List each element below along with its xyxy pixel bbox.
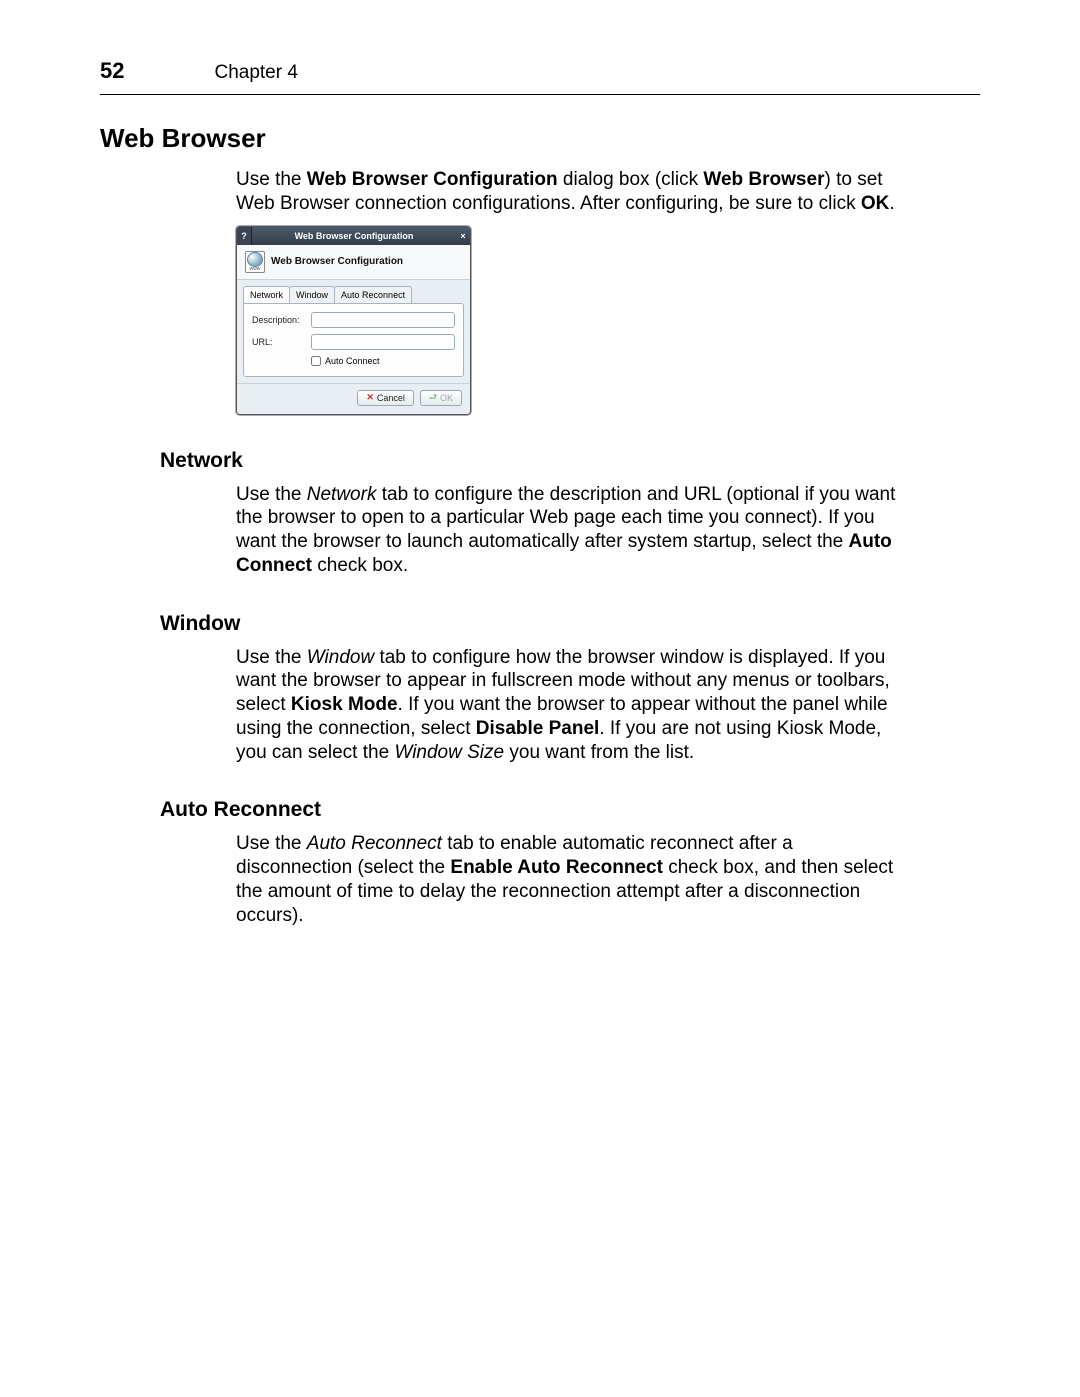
network-paragraph: Use the Network tab to configure the des…	[236, 483, 896, 578]
italic-run: Window Size	[394, 742, 504, 763]
text-run: Use the	[236, 169, 307, 190]
section-title: Web Browser	[100, 123, 980, 154]
tab-panel-network: Description: URL: Auto Connect	[243, 303, 464, 377]
auto-reconnect-paragraph: Use the Auto Reconnect tab to enable aut…	[236, 832, 896, 927]
dialog-title: Web Browser Configuration	[252, 231, 456, 241]
row-description: Description:	[252, 312, 455, 328]
window-text: Use the Window tab to configure how the …	[236, 646, 896, 765]
bold-run: Kiosk Mode	[291, 694, 398, 715]
url-label: URL:	[252, 337, 306, 347]
description-label: Description:	[252, 315, 306, 325]
ok-button[interactable]: ⮐ OK	[420, 390, 462, 406]
bold-run: Enable Auto Reconnect	[450, 857, 663, 878]
tab-window[interactable]: Window	[289, 286, 335, 303]
intro-text: Use the Web Browser Configuration dialog…	[236, 168, 896, 216]
dialog-header-text: Web Browser Configuration	[271, 256, 403, 267]
auto-connect-label: Auto Connect	[325, 356, 380, 366]
ok-icon: ⮐	[429, 393, 437, 402]
text-run: .	[889, 193, 894, 214]
text-run: Use the	[236, 647, 307, 668]
dialog-titlebar: ? Web Browser Configuration ×	[237, 227, 470, 245]
heading-window: Window	[160, 612, 980, 636]
bold-run: Web Browser Configuration	[307, 169, 558, 190]
x-icon: ✕	[366, 393, 374, 402]
row-auto-connect: Auto Connect	[311, 356, 455, 366]
globe-caption: www	[250, 267, 261, 272]
intro-paragraph: Use the Web Browser Configuration dialog…	[236, 168, 896, 216]
header-rule	[100, 94, 980, 95]
tab-auto-reconnect[interactable]: Auto Reconnect	[334, 286, 412, 303]
heading-auto-reconnect: Auto Reconnect	[160, 798, 980, 822]
italic-run: Auto Reconnect	[307, 833, 442, 854]
text-run: Use the	[236, 833, 307, 854]
bold-run: Web Browser	[703, 169, 824, 190]
chapter-label: Chapter 4	[214, 62, 297, 84]
globe-icon: www	[245, 251, 265, 273]
bold-run: OK	[861, 193, 890, 214]
dialog-button-row: ✕ Cancel ⮐ OK	[237, 383, 470, 414]
auto-connect-checkbox[interactable]	[311, 356, 321, 366]
page-header: 52 Chapter 4	[100, 58, 980, 84]
auto-reconnect-text: Use the Auto Reconnect tab to enable aut…	[236, 832, 896, 927]
cancel-button[interactable]: ✕ Cancel	[357, 390, 414, 406]
dialog-header: www Web Browser Configuration	[237, 245, 470, 280]
description-input[interactable]	[311, 312, 455, 328]
italic-run: Network	[307, 484, 377, 505]
row-url: URL:	[252, 334, 455, 350]
page: 52 Chapter 4 Web Browser Use the Web Bro…	[0, 0, 1080, 1397]
text-run: check box.	[312, 555, 408, 576]
dialog-tabs: Network Window Auto Reconnect	[237, 280, 470, 303]
tab-network[interactable]: Network	[243, 286, 290, 303]
network-text: Use the Network tab to configure the des…	[236, 483, 896, 578]
heading-network: Network	[160, 449, 980, 473]
text-run: Use the	[236, 484, 307, 505]
globe-graphic	[247, 252, 263, 267]
italic-run: Window	[307, 647, 374, 668]
url-input[interactable]	[311, 334, 455, 350]
close-icon[interactable]: ×	[456, 227, 470, 245]
web-browser-config-dialog: ? Web Browser Configuration × www Web Br…	[236, 226, 471, 415]
ok-label: OK	[440, 393, 453, 403]
window-paragraph: Use the Window tab to configure how the …	[236, 646, 896, 765]
cancel-label: Cancel	[377, 393, 405, 403]
dialog-figure: ? Web Browser Configuration × www Web Br…	[236, 226, 980, 415]
page-number: 52	[100, 58, 124, 84]
text-run: you want from the list.	[504, 742, 694, 763]
bold-run: Disable Panel	[476, 718, 600, 739]
text-run: dialog box (click	[558, 169, 704, 190]
help-icon[interactable]: ?	[237, 227, 252, 245]
